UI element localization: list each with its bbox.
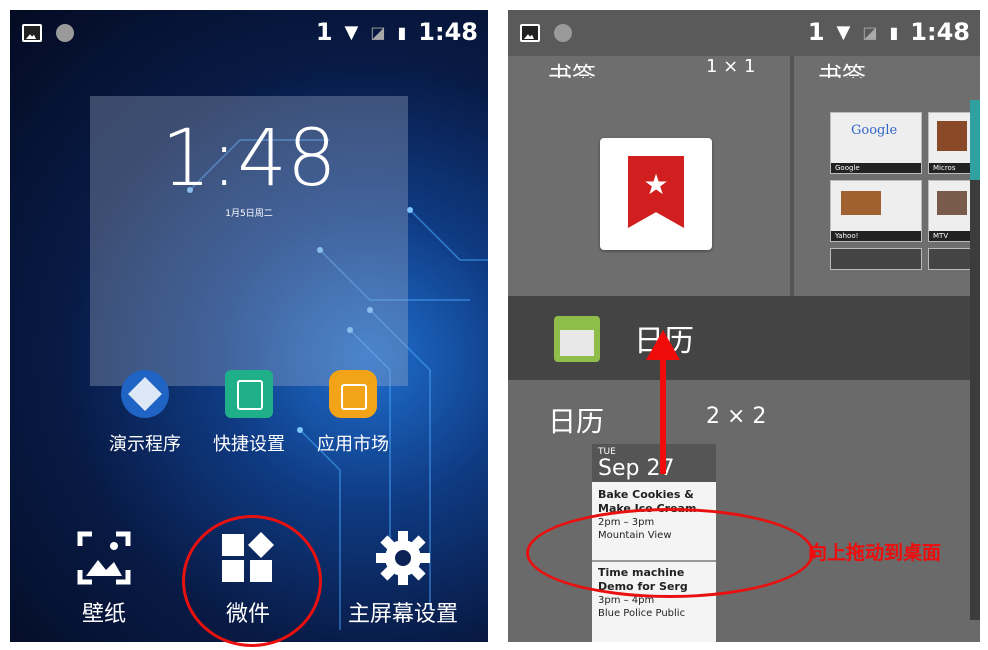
star-icon: ★ (643, 168, 669, 201)
wallpaper-icon (77, 531, 131, 585)
demo-app-icon (121, 370, 169, 418)
app-demo[interactable]: 演示程序 (100, 370, 190, 456)
thumb-caption: Yahoo! (831, 231, 921, 241)
thumbnail: Google Google (830, 112, 922, 174)
shopping-bag-icon (329, 370, 377, 418)
widget-name-partial: 书签 (548, 62, 596, 78)
thumbnail: Yahoo! (830, 180, 922, 242)
annotation-arrow-line (660, 358, 666, 474)
notification-dot-icon (554, 24, 572, 42)
app-label: 应用市场 (317, 434, 389, 455)
calendar-app-icon (554, 316, 600, 362)
calendar-widget-panel: 日历 2 × 2 TUE Sep 27 Bake Cookies & Make … (508, 380, 980, 642)
home-settings-label: 主屏幕设置 (347, 602, 458, 627)
widget-name: 日历 (548, 405, 605, 438)
widget-size-partial: 1 × 1 (706, 56, 756, 77)
home-settings-button[interactable]: 主屏幕设置 (328, 530, 478, 628)
app-quick-settings[interactable]: 快捷设置 (204, 370, 294, 456)
annotation-text: 向上拖动到桌面 (808, 542, 942, 564)
wallpaper-label: 壁纸 (81, 602, 126, 627)
wallpaper-button[interactable]: 壁纸 (54, 530, 154, 628)
image-notification-icon (520, 24, 540, 42)
panel-divider (790, 56, 794, 296)
clock-widget[interactable]: 1:48 1月5日周二 (90, 96, 408, 386)
wifi-icon: ▼ (836, 21, 851, 43)
event-title: Bake Cookies & (598, 488, 694, 501)
clock-date: 1月5日周二 (225, 209, 273, 219)
bookmark-thumbnails[interactable]: Google Google Micros Yahoo! MTV (828, 110, 980, 270)
sim-indicator: 1 (807, 18, 825, 46)
annotation-ellipse (526, 508, 814, 598)
event-place: Blue Police Public (598, 608, 686, 619)
battery-icon: ▮ (889, 22, 899, 42)
scrollbar[interactable] (970, 100, 980, 620)
thumb-caption: Google (831, 163, 921, 173)
signal-icon: ◪ (862, 22, 878, 42)
widget-name-partial: 书签 (818, 62, 866, 78)
status-time: 1:48 (910, 18, 970, 46)
quick-settings-icon (225, 370, 273, 418)
gear-icon (376, 531, 430, 585)
app-label: 快捷设置 (213, 434, 285, 455)
annotation-circle-widgets (182, 515, 322, 647)
app-market[interactable]: 应用市场 (308, 370, 398, 456)
widget-size: 2 × 2 (706, 404, 767, 429)
thumbnail (830, 248, 922, 270)
annotation-arrow-head (646, 330, 680, 360)
calendar-app-header[interactable]: 日历 (508, 296, 980, 380)
clock-time: 1:48 (161, 114, 337, 204)
bookmark-widget-preview[interactable]: ★ (600, 138, 712, 250)
app-label: 演示程序 (109, 434, 181, 455)
calendar-date-header: TUE Sep 27 (592, 444, 716, 482)
status-bar: 1 ▼ ◪ ▮ 1:48 (508, 10, 980, 56)
